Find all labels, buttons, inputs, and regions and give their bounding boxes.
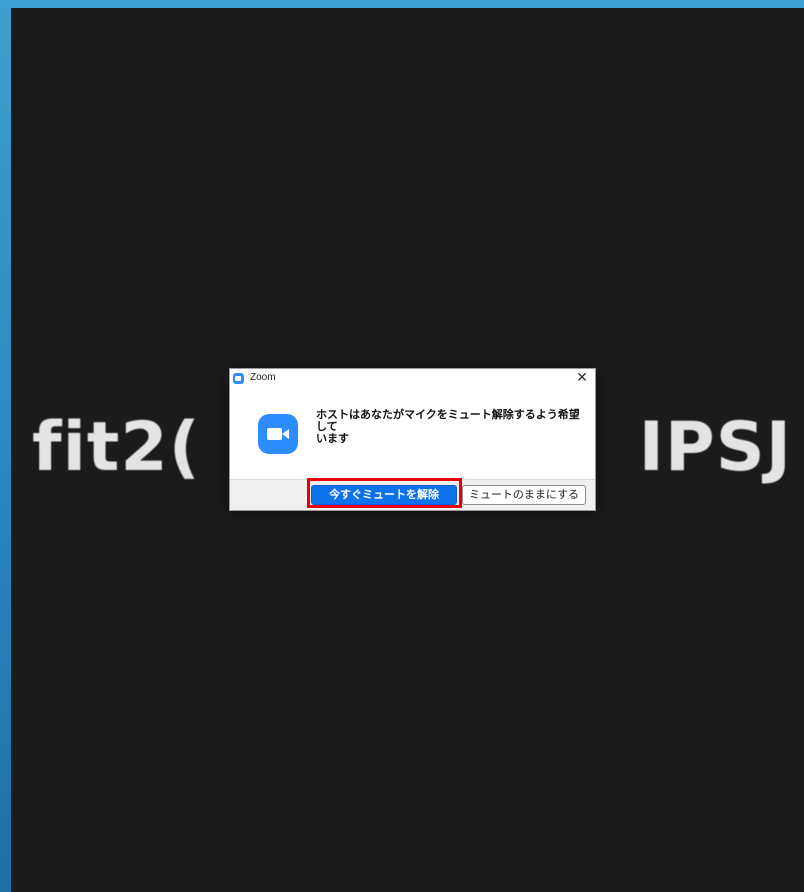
shared-title-right: IPSJ (638, 408, 792, 487)
camera-body-shape (267, 428, 282, 440)
dialog-footer: 今すぐミュートを解除 ミュートのままにする (230, 478, 595, 510)
dialog-title: Zoom (250, 372, 276, 383)
close-button[interactable]: ✕ (574, 370, 590, 386)
camera-lens-shape (282, 429, 289, 439)
unmute-request-dialog: Zoom ✕ ホストはあなたがマイクをミュート解除するよう希望して います 今す… (229, 368, 596, 511)
stay-muted-button[interactable]: ミュートのままにする (462, 485, 586, 505)
dialog-titlebar[interactable]: Zoom ✕ (230, 369, 595, 389)
dialog-body: ホストはあなたがマイクをミュート解除するよう希望して います (230, 389, 595, 479)
dialog-message: ホストはあなたがマイクをミュート解除するよう希望して います (316, 408, 580, 445)
zoom-camera-icon (258, 414, 298, 454)
shared-title-left: fit2( (32, 408, 201, 487)
unmute-now-button[interactable]: 今すぐミュートを解除 (311, 485, 457, 505)
zoom-app-icon (233, 373, 244, 384)
